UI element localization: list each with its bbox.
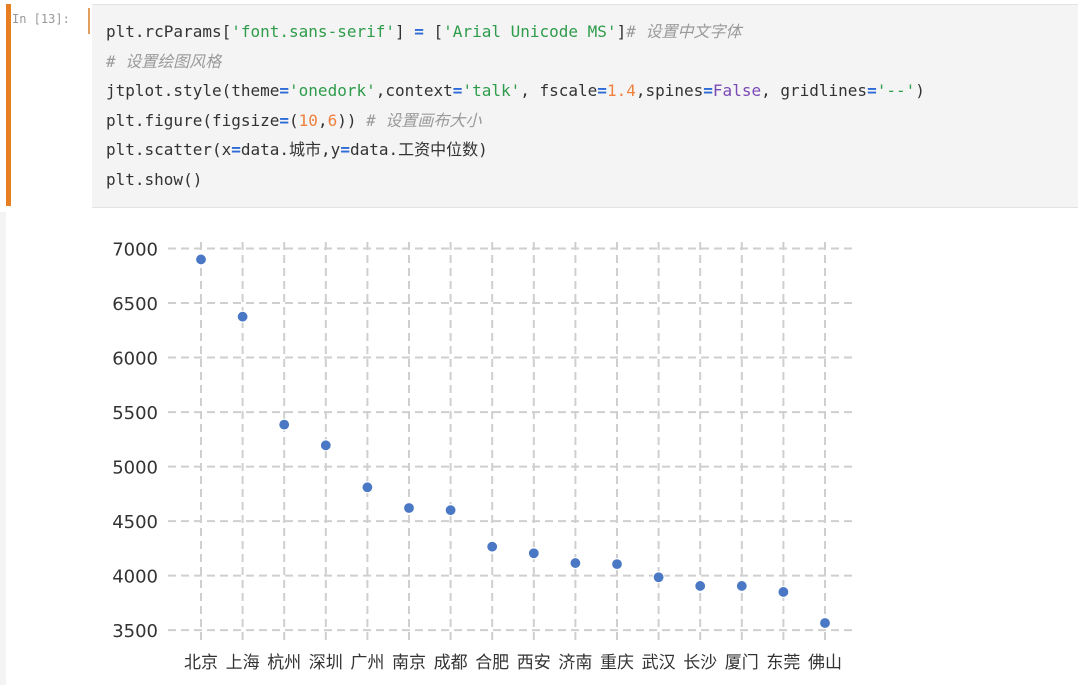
code-token: plt.scatter(x (106, 140, 232, 159)
code-line: plt.rcParams['font.sans-serif'] = ['Aria… (106, 17, 925, 47)
data-point (194, 253, 208, 266)
code-text[interactable]: plt.rcParams['font.sans-serif'] = ['Aria… (106, 17, 925, 194)
code-token: = (597, 81, 607, 100)
prompt-divider (88, 8, 90, 34)
code-line: plt.scatter(x=data.城市,y=data.工资中位数) (106, 135, 925, 165)
code-token: = (414, 22, 424, 41)
scatter-chart: 3500 4000 4500 5000 5500 6000 6500 7000 北京 上海 杭州 深圳… (112, 240, 857, 673)
code-line: plt.figure(figsize=(10,6)) # 设置画布大小 (106, 106, 925, 136)
code-token: , gridlines (761, 81, 868, 100)
code-token: , fscale (520, 81, 598, 100)
y-tick-label: 4500 (112, 512, 158, 533)
x-tick-label: 上海 (226, 653, 260, 673)
code-token: # 设置画布大小 (366, 110, 482, 130)
x-tick-label: 合肥 (475, 653, 509, 673)
active-cell-indicator (6, 4, 11, 206)
data-point (486, 540, 499, 553)
y-tick-label: 5500 (112, 403, 158, 424)
code-token: [ (423, 22, 444, 41)
code-token: = (452, 81, 463, 100)
code-token: False (712, 81, 762, 100)
x-tick-label: 杭州 (267, 653, 301, 673)
data-point (777, 585, 790, 599)
data-point (652, 571, 665, 584)
code-token: plt.show() (106, 169, 203, 189)
y-tick-label: 7000 (112, 240, 158, 261)
code-line: jtplot.style(theme='onedork',context='ta… (106, 76, 925, 106)
x-tick-label: 济南 (558, 653, 592, 673)
code-token: data.城市,y (240, 140, 341, 159)
code-token: = (279, 81, 290, 100)
code-line: # 设置绘图风格 (106, 47, 925, 77)
x-tick-label: 佛山 (808, 653, 842, 673)
x-tick-label: 长沙 (683, 653, 717, 673)
x-tick-label: 深圳 (309, 653, 343, 673)
data-point (402, 501, 416, 515)
y-tick-label: 6500 (112, 294, 158, 315)
data-point (319, 439, 332, 452)
code-token: 10 (298, 110, 318, 130)
code-token: ,context (375, 81, 453, 100)
code-token: ) (915, 81, 925, 100)
code-token: # 设置绘图风格 (106, 51, 222, 71)
code-token: 'talk' (462, 81, 521, 100)
code-token: ,spines (635, 81, 704, 100)
data-point (610, 558, 624, 571)
code-token: ] (616, 22, 627, 41)
code-editor[interactable]: plt.rcParams['font.sans-serif'] = ['Aria… (92, 4, 1078, 208)
data-point (527, 547, 540, 560)
data-point (361, 481, 374, 494)
x-tick-label: 重庆 (600, 653, 634, 673)
code-token: plt.figure(figsize (106, 110, 280, 130)
code-token: plt.rcParams[ (106, 22, 232, 41)
code-token: ] (395, 22, 415, 41)
x-tick-label: 成都 (434, 653, 468, 673)
code-token: = (703, 81, 713, 100)
code-token: 'font.sans-serif' (231, 22, 395, 41)
input-prompt: In [13]: (12, 12, 70, 26)
x-tick-label: 西安 (517, 653, 551, 673)
data-point (236, 310, 249, 323)
y-tick-label: 5000 (112, 458, 158, 479)
x-tick-label: 东莞 (766, 653, 800, 673)
output-area: 3500 4000 4500 5000 5500 6000 6500 7000 北京 上海 杭州 深圳… (0, 212, 1080, 685)
code-token: 'onedork' (289, 81, 376, 100)
code-token: jtplot.style(theme (106, 81, 280, 100)
data-point (444, 504, 457, 517)
data-point (735, 579, 748, 593)
x-tick-label: 武汉 (642, 653, 676, 673)
x-tick-label: 厦门 (725, 653, 759, 673)
code-token: 'Arial Unicode MS' (443, 22, 617, 41)
code-token: ( (289, 110, 299, 130)
data-point (694, 579, 707, 593)
code-token: = (231, 140, 241, 159)
code-token: = (340, 140, 350, 159)
x-tick-label: 广州 (350, 653, 384, 673)
y-tick-label: 6000 (112, 349, 158, 370)
code-token: '--' (876, 81, 916, 100)
output-gutter (0, 212, 6, 685)
x-tick-label: 北京 (184, 653, 218, 673)
data-point (818, 616, 832, 630)
data-point (569, 556, 582, 570)
code-token: 6 (327, 110, 338, 130)
code-token: = (867, 81, 877, 100)
code-token: )) (337, 110, 367, 130)
code-token: # 设置中文字体 (626, 22, 742, 41)
code-line: plt.show() (106, 165, 925, 195)
y-tick-label: 4000 (112, 567, 158, 588)
code-token: data.工资中位数) (349, 140, 488, 159)
y-tick-label: 3500 (112, 621, 158, 642)
code-token: = (279, 110, 290, 130)
code-token: , (317, 110, 328, 130)
data-point (278, 418, 291, 431)
x-tick-label: 南京 (392, 653, 426, 673)
notebook-cell[interactable]: In [13]: plt.rcParams['font.sans-serif']… (0, 0, 1080, 685)
code-token: 1.4 (606, 81, 636, 100)
